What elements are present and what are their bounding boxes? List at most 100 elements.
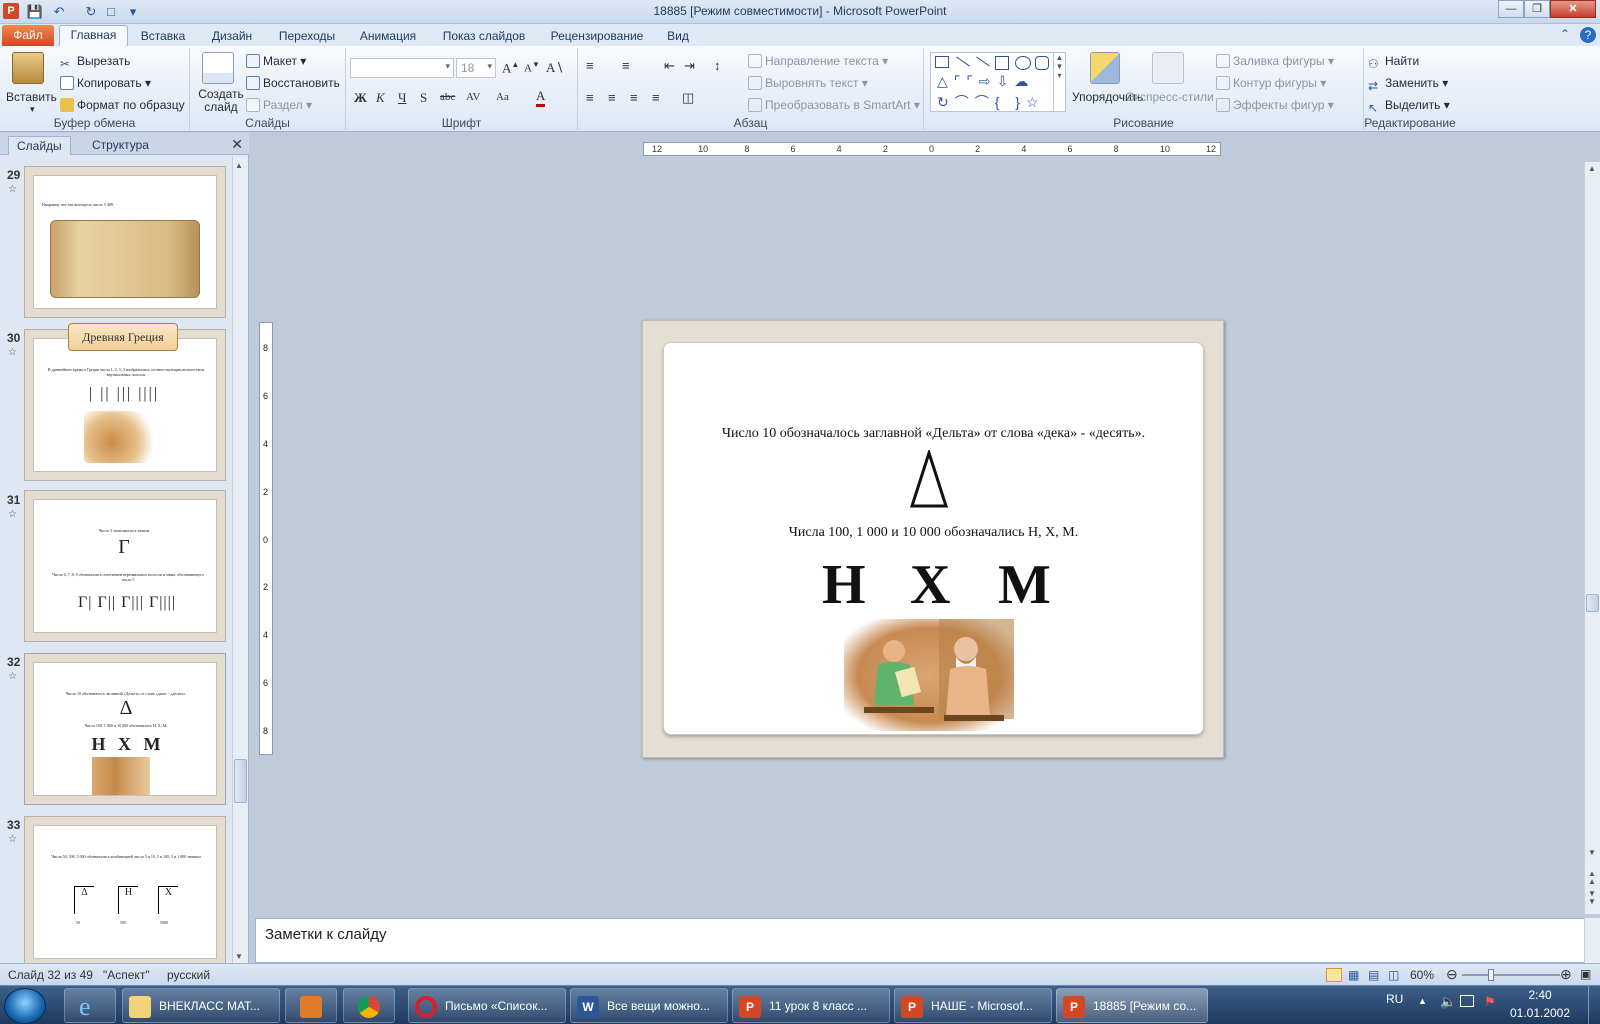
shape-effects-button[interactable]: Эффекты фигур ▾ [1216,98,1334,112]
font-size-dropdown[interactable]: 18 ▾ [456,58,496,78]
slide-thumbnail-33[interactable]: 33 ☆ Числа 50, 500, 5 000 обозначались к… [0,816,232,968]
change-case-button[interactable]: Aa [496,91,509,103]
strikethrough-button[interactable]: abc [440,91,455,103]
media-player-pinned[interactable] [285,988,337,1023]
input-language[interactable]: RU [1386,992,1403,1006]
new-slide-button[interactable]: Создать слайд [198,88,244,114]
zoom-slider-thumb[interactable] [1487,969,1494,981]
shrink-font-icon[interactable]: A▼ [524,60,540,75]
quick-styles-icon[interactable] [1152,52,1184,84]
theme-name[interactable]: "Аспект" [103,968,150,982]
paste-dropdown-icon[interactable]: ▾ [30,104,35,115]
network-icon[interactable] [1460,995,1474,1007]
close-pane-icon[interactable]: ✕ [231,136,243,153]
font-name-dropdown[interactable]: ▾ [350,58,454,78]
slide-thumbnail-29[interactable]: 29 ☆ Например, вот так выглядело число 5… [0,166,232,318]
taskbar-word[interactable]: W Все вещи можно... [570,988,728,1023]
decrease-indent-icon[interactable]: ⇤ [664,58,675,74]
numbering-icon[interactable]: ≡ [622,58,630,73]
text-direction-button[interactable]: Направление текста ▾ [748,54,888,68]
clear-format-icon[interactable]: A∖ [546,60,564,76]
next-slide-icon[interactable]: ▼ ▼ [1588,890,1596,906]
textbox-shape-icon[interactable] [935,56,949,68]
bold-button[interactable]: Ж [354,90,367,106]
tab-insert[interactable]: Вставка [137,27,189,46]
char-spacing-button[interactable]: AV [466,91,480,103]
arrow-shape-icon[interactable] [976,56,990,67]
clock-date[interactable]: 01.01.2002 [1508,1006,1572,1020]
align-center-icon[interactable]: ≡ [608,90,616,105]
select-button[interactable]: ↖ Выделить ▾ [1368,98,1450,115]
arrange-icon[interactable] [1090,52,1120,84]
bullets-icon[interactable]: ≡ [586,58,594,73]
scroll-up-icon[interactable]: ▲ [1588,164,1596,173]
find-button[interactable]: ⚇ Найти [1368,54,1419,71]
close-button[interactable]: ✕ [1550,0,1596,18]
letter-m[interactable]: М [998,553,1051,617]
align-right-icon[interactable]: ≡ [630,90,638,105]
copy-button[interactable]: Копировать ▾ [60,76,151,90]
ie-pinned[interactable]: e [64,988,116,1023]
zoom-in-icon[interactable]: ⊕ [1560,966,1572,983]
tab-file[interactable]: Файл [2,25,54,46]
letter-kh[interactable]: Х [910,553,950,617]
quick-styles-button[interactable]: Экспресс-стили [1126,90,1214,104]
minimize-ribbon-icon[interactable]: ⌃ [1560,27,1570,41]
slides-pane-scrollbar[interactable]: ▲ ▼ [232,157,248,965]
shadow-button[interactable]: S [420,90,427,106]
justify-icon[interactable]: ≡ [652,90,660,105]
layout-button[interactable]: Макет ▾ [246,54,306,68]
rounded-rect-shape-icon[interactable] [1035,56,1049,70]
taskbar-opera[interactable]: Письмо «Список... [408,988,566,1023]
notes-placeholder[interactable]: Заметки к слайду [265,926,387,943]
clock-time[interactable]: 2:40 [1512,988,1568,1002]
chrome-pinned[interactable] [343,988,395,1023]
tab-home[interactable]: Главная [59,25,128,47]
taskbar-pp-1[interactable]: P 11 урок 8 класс ... [732,988,890,1023]
taskbar-pp-3[interactable]: P 18885 [Режим со... [1056,988,1208,1023]
notes-scrollbar[interactable] [1584,918,1600,963]
zoom-slider[interactable] [1462,969,1560,981]
editor-scroll-thumb[interactable] [1586,594,1599,612]
tab-animation[interactable]: Анимация [356,27,420,46]
slide-thumbnail-32[interactable]: 32 ☆ Число 10 обозначалось заглавной «Де… [0,653,232,805]
tab-view[interactable]: Вид [664,27,692,46]
help-icon[interactable]: ? [1580,27,1596,43]
shapes-more-icon[interactable]: ▲ ▼ ▾ [1053,53,1065,111]
oval-shape-icon[interactable] [1015,56,1031,70]
shape-outline-button[interactable]: Контур фигуры ▾ [1216,76,1326,90]
replace-button[interactable]: ⇄ Заменить ▾ [1368,76,1448,93]
paste-button[interactable]: Вставить [6,90,57,104]
editor-scrollbar[interactable]: ▲ ▼ ▲ ▲ ▼ ▼ [1584,162,1600,914]
show-desktop-button[interactable] [1588,986,1600,1024]
tab-slideshow[interactable]: Показ слайдов [438,27,530,46]
zoom-level[interactable]: 60% [1410,968,1434,982]
slideshow-view-icon[interactable]: ◫ [1388,968,1399,982]
language-indicator[interactable]: русский [167,968,210,982]
line-spacing-icon[interactable]: ↕ [714,58,721,73]
rectangle-shape-icon[interactable] [995,56,1009,70]
align-text-button[interactable]: Выровнять текст ▾ [748,76,868,90]
taskbar-explorer[interactable]: ВНЕКЛАСС МАТ... [122,988,280,1023]
underline-button[interactable]: Ч [398,90,406,106]
zoom-out-icon[interactable]: ⊖ [1446,966,1458,983]
minimize-button[interactable]: — [1498,0,1524,18]
shapes-row-2[interactable]: △⌜⌜⇨⇩☁ [937,73,1034,90]
maximize-button[interactable]: ❐ [1524,0,1550,18]
scroll-up-icon[interactable]: ▲ [235,161,243,170]
font-color-button[interactable]: A [536,88,546,107]
format-painter-button[interactable]: Формат по образцу [60,98,185,112]
slide-sorter-icon[interactable]: ▦ [1348,968,1359,982]
start-button[interactable] [4,988,46,1024]
italic-button[interactable]: К [376,90,385,106]
scroll-down-icon[interactable]: ▼ [1588,848,1596,857]
shape-fill-button[interactable]: Заливка фигуры ▾ [1216,54,1334,68]
increase-indent-icon[interactable]: ⇥ [684,58,695,74]
shapes-row-3[interactable]: ↻⌒⌒{ }☆ [937,92,1045,112]
taskbar-pp-2[interactable]: P НАШЕ - Microsof... [894,988,1052,1023]
grow-font-icon[interactable]: A▲ [502,60,519,76]
tab-slides[interactable]: Слайды [8,136,71,155]
notes-pane[interactable]: Заметки к слайду [255,918,1585,963]
line-shape-icon[interactable] [956,56,970,67]
slides-scroll-thumb[interactable] [234,759,247,803]
